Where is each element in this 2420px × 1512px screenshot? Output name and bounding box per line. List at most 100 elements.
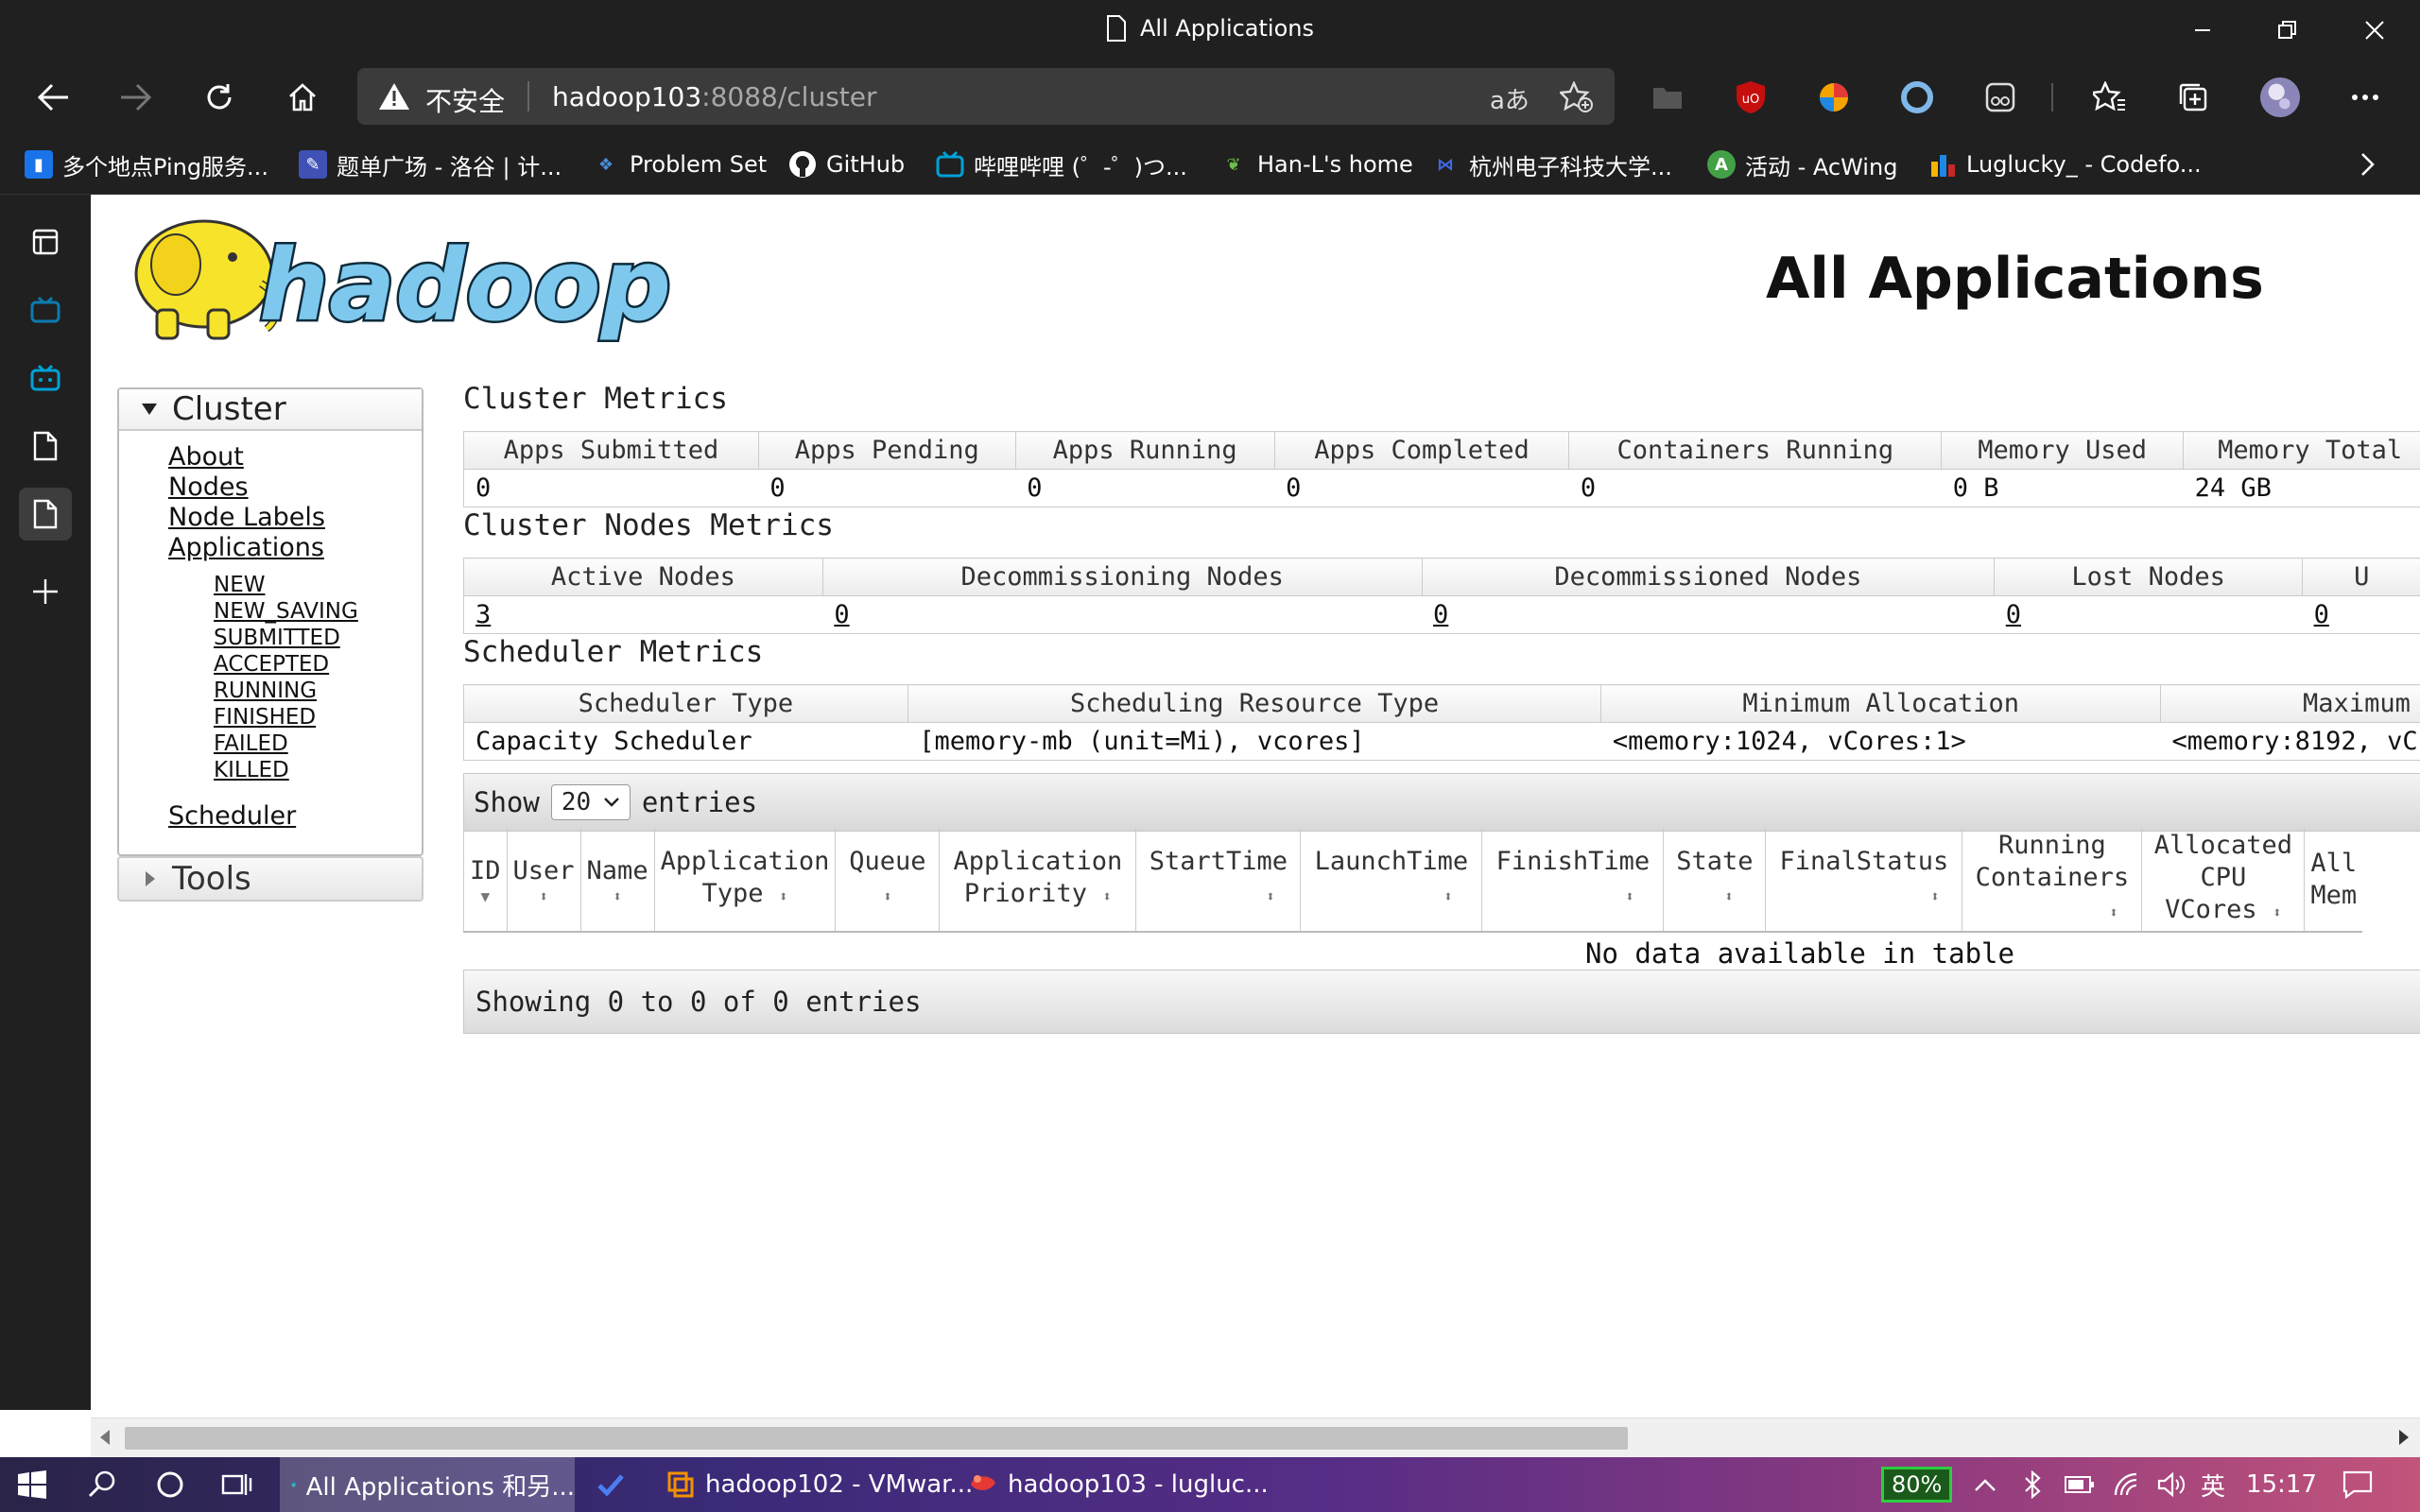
ublock-extension-icon[interactable]: uO	[1730, 77, 1772, 118]
metric-value[interactable]: 0	[822, 595, 1423, 634]
scroll-left-arrow-icon[interactable]	[100, 1430, 112, 1449]
collections-folder-icon[interactable]	[1647, 77, 1688, 118]
circle-extension-icon[interactable]	[1896, 77, 1938, 118]
show-hidden-icons-chevron-icon[interactable]	[1974, 1457, 1996, 1512]
nav-link-state-failed[interactable]: FAILED	[214, 731, 288, 756]
bluetooth-icon[interactable]	[2023, 1457, 2042, 1512]
taskbar-app-xshell[interactable]: hadoop103 - lugluc...	[968, 1457, 1269, 1512]
bookmark-item[interactable]: ❖ Problem Set	[592, 146, 767, 183]
active-page-tab-icon[interactable]	[19, 488, 72, 541]
nav-link-state-new-saving[interactable]: NEW_SAVING	[214, 599, 358, 624]
nav-link-state-running[interactable]: RUNNING	[214, 679, 317, 703]
wifi-icon[interactable]	[2114, 1457, 2142, 1512]
column-header-name[interactable]: Name ⬍	[580, 828, 655, 933]
collections-icon[interactable]	[2172, 77, 2214, 118]
more-menu-icon[interactable]	[2344, 77, 2386, 118]
nav-link-state-accepted[interactable]: ACCEPTED	[214, 652, 329, 677]
nav-link-applications[interactable]: Applications	[168, 533, 324, 562]
favorites-icon[interactable]	[2089, 77, 2131, 118]
profile-avatar[interactable]	[2259, 77, 2301, 118]
column-header-application-priority[interactable]: Application Priority ⬍	[939, 828, 1137, 933]
scrollbar-thumb[interactable]	[125, 1427, 1628, 1450]
metric-value[interactable]: 3	[463, 595, 823, 634]
decommissioned-nodes-link[interactable]: 0	[1433, 600, 1448, 629]
nav-link-state-submitted[interactable]: SUBMITTED	[214, 626, 340, 650]
colorful-extension-icon[interactable]	[1813, 77, 1855, 118]
minimize-button[interactable]	[2184, 11, 2221, 49]
column-header-allocated-cpu[interactable]: Allocated CPU VCores ⬍	[2141, 828, 2306, 933]
unhealthy-nodes-link[interactable]: 0	[2314, 600, 2329, 629]
metric-value[interactable]: 0	[1422, 595, 1995, 634]
nav-link-state-new[interactable]: NEW	[214, 573, 265, 597]
column-header-start-time[interactable]: StartTime ⬍	[1135, 828, 1302, 933]
bookmark-item[interactable]: ▮ 多个地点Ping服务...	[25, 146, 268, 183]
column-header-finish-time[interactable]: FinishTime ⬍	[1481, 828, 1665, 933]
cortana-icon[interactable]	[155, 1457, 185, 1512]
nav-link-state-finished[interactable]: FINISHED	[214, 705, 316, 730]
reader-extension-icon[interactable]	[1979, 77, 2021, 118]
nav-link-scheduler[interactable]: Scheduler	[168, 801, 296, 831]
bookmark-item[interactable]: ✎ 题单广场 - 洛谷 | 计...	[299, 146, 562, 183]
bookmarks-overflow-chevron-icon[interactable]	[2358, 146, 2377, 183]
metric-value[interactable]: 0	[2302, 595, 2420, 634]
refresh-button[interactable]	[199, 77, 240, 118]
tab-actions-icon[interactable]	[19, 215, 72, 268]
insecure-label[interactable]: 不安全	[425, 81, 505, 119]
decommissioning-nodes-link[interactable]: 0	[834, 600, 849, 629]
task-view-icon[interactable]	[221, 1457, 253, 1512]
nav-link-about[interactable]: About	[168, 442, 244, 472]
nav-link-node-labels[interactable]: Node Labels	[168, 503, 325, 532]
notification-icon[interactable]	[2342, 1457, 2373, 1512]
active-nodes-link[interactable]: 3	[475, 600, 491, 629]
column-header-state[interactable]: State ⬍	[1663, 828, 1767, 933]
column-header-final-status[interactable]: FinalStatus ⬍	[1765, 828, 1963, 933]
metric-value[interactable]: 0	[1994, 595, 2303, 634]
battery-indicator[interactable]: 80%	[1881, 1457, 1953, 1512]
back-button[interactable]	[32, 77, 74, 118]
column-header-user[interactable]: User ⬍	[507, 828, 581, 933]
taskbar-app-edge[interactable]: All Applications 和另...	[280, 1457, 575, 1512]
column-header-id[interactable]: ID ▼	[463, 828, 508, 933]
page-size-select[interactable]: 20	[550, 784, 631, 820]
windows-start-icon[interactable]	[17, 1457, 47, 1512]
tools-nav-header[interactable]: Tools	[117, 856, 424, 902]
column-header-running-containers[interactable]: Running Containers ⬍	[1962, 828, 2143, 933]
column-header-launch-time[interactable]: LaunchTime ⬍	[1300, 828, 1483, 933]
column-header-allocated-memory[interactable]: All Mem	[2304, 828, 2363, 933]
cluster-nav-header[interactable]: Cluster	[119, 389, 422, 431]
bookmark-item[interactable]: ⋈ 杭州电子科技大学...	[1431, 146, 1672, 183]
clock-time[interactable]: 15:17	[2246, 1457, 2317, 1512]
battery-icon[interactable]	[2065, 1457, 2095, 1512]
restore-button[interactable]	[2269, 11, 2307, 49]
bookmark-item[interactable]: ❦ Han-L's home	[1219, 146, 1412, 183]
horizontal-scrollbar[interactable]	[91, 1418, 2420, 1457]
url-text[interactable]: hadoop103:8088/cluster	[552, 81, 877, 112]
taskbar-app-todo[interactable]	[596, 1457, 626, 1512]
close-button[interactable]	[2356, 11, 2394, 49]
bookmark-item[interactable]: GitHub	[788, 146, 905, 183]
column-header-queue[interactable]: Queue ⬍	[835, 828, 941, 933]
home-button[interactable]	[282, 77, 323, 118]
page-tab-icon[interactable]	[19, 420, 72, 472]
forward-button[interactable]	[115, 77, 157, 118]
bilibili-tab-icon[interactable]	[19, 284, 72, 336]
bilibili-tab-icon[interactable]	[19, 352, 72, 404]
hadoop-logo[interactable]: hadoop	[119, 208, 696, 353]
bookmark-item[interactable]: Luglucky_ - Codefo...	[1928, 146, 2202, 183]
input-method-indicator[interactable]: 英	[2201, 1457, 2225, 1512]
new-tab-plus-icon[interactable]	[19, 565, 72, 618]
volume-icon[interactable]	[2157, 1457, 2186, 1512]
bookmark-item[interactable]: A 活动 - AcWing	[1707, 146, 1897, 183]
scroll-right-arrow-icon[interactable]	[2397, 1430, 2409, 1449]
search-icon[interactable]	[87, 1457, 117, 1512]
bookmark-item[interactable]: 哔哩哔哩 (゜-゜)つ...	[936, 146, 1187, 183]
address-separator	[527, 81, 529, 112]
address-bar[interactable]: 不安全 hadoop103:8088/cluster aあ	[357, 68, 1615, 125]
nav-link-state-killed[interactable]: KILLED	[214, 758, 289, 782]
nav-link-nodes[interactable]: Nodes	[168, 472, 249, 502]
lost-nodes-link[interactable]: 0	[2006, 600, 2021, 629]
read-aloud-icon[interactable]: aあ	[1490, 81, 1530, 116]
taskbar-app-vmware[interactable]: hadoop102 - VMwar...	[662, 1457, 973, 1512]
column-header-application-type[interactable]: Application Type ⬍	[654, 828, 837, 933]
add-favorite-icon[interactable]	[1560, 81, 1594, 113]
